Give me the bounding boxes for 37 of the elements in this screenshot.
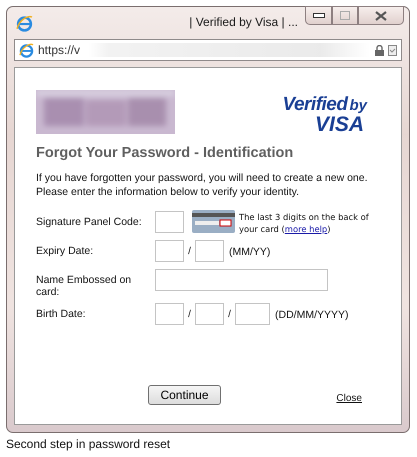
format-hint: (MM/YY) — [229, 245, 270, 260]
separator-text: / — [187, 245, 192, 259]
lock-icon — [375, 44, 384, 56]
browser-logo-icon — [19, 42, 34, 58]
window-title: | Verified by Visa | ... — [189, 15, 298, 29]
browser-logo-icon — [16, 14, 33, 32]
close-button[interactable] — [358, 6, 404, 25]
format-hint: (DD/MM/YYYY) — [275, 308, 348, 323]
field-label: Birth Date: — [36, 307, 87, 320]
input-field[interactable] — [155, 211, 184, 233]
help-text: The last 3 digits on the back of your card (more help) — [239, 211, 370, 235]
maximize-icon — [340, 11, 350, 20]
card-back-icon — [192, 210, 235, 233]
address-field[interactable]: https://v — [14, 39, 402, 61]
input-field[interactable] — [195, 303, 224, 325]
close-link[interactable]: Close — [336, 392, 362, 404]
close-icon — [374, 10, 388, 20]
input-field[interactable] — [235, 303, 270, 325]
more-help-link[interactable]: more help — [284, 224, 328, 234]
continue-button[interactable]: Continue — [148, 385, 221, 405]
input-field[interactable] — [155, 303, 184, 325]
visa-logo: Verifiedby VISA — [282, 95, 367, 135]
input-field[interactable] — [155, 269, 328, 291]
input-field[interactable] — [155, 240, 184, 262]
page-icon[interactable] — [388, 44, 397, 56]
field-label: Name Embossed on card: — [36, 273, 132, 298]
input-field[interactable] — [195, 240, 224, 262]
page-heading: Forgot Your Password - Identification — [36, 145, 294, 161]
intro-text: Please enter the information below to verify your identity. — [36, 185, 300, 199]
field-label: Expiry Date: — [36, 244, 94, 257]
intro-text: If you have forgotten your password, you will need to create a new one. — [36, 171, 369, 185]
separator-text: / — [187, 308, 192, 322]
caption-text: Second step in password reset — [6, 437, 172, 451]
minimize-button[interactable] — [305, 6, 332, 25]
field-label: Signature Panel Code: — [36, 215, 143, 228]
separator-text: / — [227, 308, 232, 322]
minimize-icon — [312, 13, 324, 18]
